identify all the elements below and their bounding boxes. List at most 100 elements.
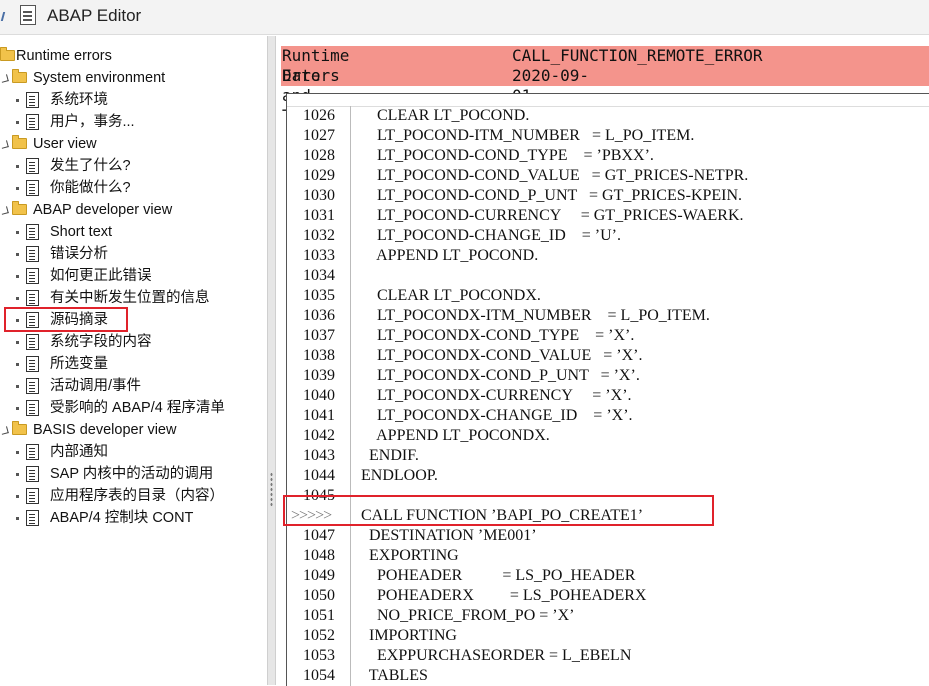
tree-item[interactable]: 内部通知	[0, 441, 260, 463]
code-text: EXPORTING	[353, 547, 459, 564]
tree-item[interactable]: 如何更正此错误	[0, 265, 260, 287]
tree-group-abap-developer-view[interactable]: ABAP developer view	[0, 199, 260, 221]
code-line: 1043 ENDIF.	[287, 446, 927, 466]
tree-item[interactable]: 发生了什么?	[0, 155, 260, 177]
splitter-grip-icon[interactable]	[270, 472, 273, 508]
code-text: ENDIF.	[353, 447, 419, 464]
tree-bullet	[16, 385, 19, 388]
tree-bullet	[16, 231, 19, 234]
line-number: 1044	[303, 467, 335, 484]
document-icon	[26, 180, 39, 196]
tree-item[interactable]: 所选变量	[0, 353, 260, 375]
expand-chevron-icon[interactable]	[1, 75, 8, 82]
line-number: 1036	[303, 307, 335, 324]
code-text: LT_POCONDX-COND_TYPE = ’X’.	[353, 327, 635, 344]
code-line: 1030 LT_POCOND-COND_P_UNT = GT_PRICES-KP…	[287, 186, 927, 206]
code-line: 1033 APPEND LT_POCOND.	[287, 246, 927, 266]
tree-item-label: 所选变量	[50, 356, 108, 372]
tree-bullet	[16, 121, 19, 124]
expand-chevron-icon[interactable]	[1, 207, 8, 214]
tree-node-label: ABAP developer view	[33, 202, 173, 218]
code-text: LT_POCOND-ITM_NUMBER = L_PO_ITEM.	[353, 127, 695, 144]
document-icon	[26, 488, 39, 504]
line-number: 1028	[303, 147, 335, 164]
line-number: 1054	[303, 667, 335, 684]
line-number: 1043	[303, 447, 335, 464]
tree-bullet	[16, 495, 19, 498]
tree-node-label: BASIS developer view	[33, 422, 177, 438]
tree-bullet	[16, 341, 19, 344]
code-text: TABLES	[353, 667, 428, 684]
code-line: 1047 DESTINATION ’ME001’	[287, 526, 927, 546]
folder-icon	[12, 135, 27, 149]
line-number: 1029	[303, 167, 335, 184]
code-text: LT_POCONDX-COND_P_UNT = ’X’.	[353, 367, 640, 384]
tree-item[interactable]: 受影响的 ABAP/4 程序清单	[0, 397, 260, 419]
tree-item[interactable]: 有关中断发生位置的信息	[0, 287, 260, 309]
document-icon	[26, 224, 39, 240]
tree-group-basis-developer-view[interactable]: BASIS developer view	[0, 419, 260, 441]
document-icon	[26, 158, 39, 174]
line-number: 1034	[303, 267, 335, 284]
document-icon	[20, 5, 36, 25]
expand-chevron-icon[interactable]	[1, 141, 8, 148]
tree-item[interactable]: Short text	[0, 221, 260, 243]
document-icon	[26, 246, 39, 262]
expand-chevron-icon[interactable]	[1, 427, 8, 434]
line-number: 1049	[303, 567, 335, 584]
code-line: 1035 CLEAR LT_POCONDX.	[287, 286, 927, 306]
tree-item[interactable]: ABAP/4 控制块 CONT	[0, 507, 260, 529]
line-number: 1032	[303, 227, 335, 244]
code-text: LT_POCOND-COND_TYPE = ’PBXX’.	[353, 147, 654, 164]
code-text: LT_POCOND-CURRENCY = GT_PRICES-WAERK.	[353, 207, 744, 224]
tree-group-user-view[interactable]: User view	[0, 133, 260, 155]
document-icon	[26, 378, 39, 394]
tree-item[interactable]: 用户，事务...	[0, 111, 260, 133]
tree-group-system-environment[interactable]: System environment	[0, 67, 260, 89]
tree-node-label: Runtime errors	[16, 48, 112, 64]
code-text: NO_PRICE_FROM_PO = ’X’	[353, 607, 575, 624]
document-icon	[26, 510, 39, 526]
code-text: POHEADERX = LS_POHEADERX	[353, 587, 647, 604]
tree-bullet	[16, 297, 19, 300]
code-text: POHEADER = LS_PO_HEADER	[353, 567, 636, 584]
code-line: 1036 LT_POCONDX-ITM_NUMBER = L_PO_ITEM.	[287, 306, 927, 326]
code-text: IMPORTING	[353, 627, 457, 644]
document-icon	[26, 268, 39, 284]
tree-item-label: 发生了什么?	[50, 158, 131, 174]
back-caret-icon[interactable]	[0, 9, 8, 23]
tree-item[interactable]: 应用程序表的目录（内容）	[0, 485, 260, 507]
tree-item-label: ABAP/4 控制块 CONT	[50, 510, 194, 526]
tree-bullet	[16, 363, 19, 366]
line-number: 1053	[303, 647, 335, 664]
tree-item-label: Short text	[50, 224, 113, 240]
selected-item-highlight	[4, 307, 128, 332]
tree-bullet	[16, 275, 19, 278]
tree-item-label: 受影响的 ABAP/4 程序清单	[50, 400, 225, 416]
document-icon	[26, 356, 39, 372]
tree-item[interactable]: SAP 内核中的活动的调用	[0, 463, 260, 485]
code-line: 1050 POHEADERX = LS_POHEADERX	[287, 586, 927, 606]
code-line: 1026 CLEAR LT_POCOND.	[287, 106, 927, 126]
tree-item[interactable]: 错误分析	[0, 243, 260, 265]
tree-item[interactable]: 你能做什么?	[0, 177, 260, 199]
pane-splitter[interactable]	[267, 36, 276, 685]
line-number: 1038	[303, 347, 335, 364]
tree-item-label: 内部通知	[50, 444, 108, 460]
document-icon	[26, 466, 39, 482]
folder-icon	[12, 201, 27, 215]
line-number: 1039	[303, 367, 335, 384]
source-code-panel[interactable]: 1026 CLEAR LT_POCOND. 1027 LT_POCOND-ITM_…	[286, 93, 929, 686]
code-text: ENDLOOP.	[353, 467, 438, 484]
code-line: 1028 LT_POCOND-COND_TYPE = ’PBXX’.	[287, 146, 927, 166]
folder-icon	[0, 47, 15, 61]
document-icon	[26, 114, 39, 130]
tree-item[interactable]: 活动调用/事件	[0, 375, 260, 397]
tree-item[interactable]: 系统环境	[0, 89, 260, 111]
tree-bullet	[16, 99, 19, 102]
error-header: Runtime Errors CALL_FUNCTION_REMOTE_ERRO…	[281, 46, 929, 125]
tree-root-runtime-errors[interactable]: Runtime errors	[0, 45, 260, 67]
document-icon	[26, 400, 39, 416]
tree-item[interactable]: 系统字段的内容	[0, 331, 260, 353]
tree-item-label: 如何更正此错误	[50, 268, 152, 284]
